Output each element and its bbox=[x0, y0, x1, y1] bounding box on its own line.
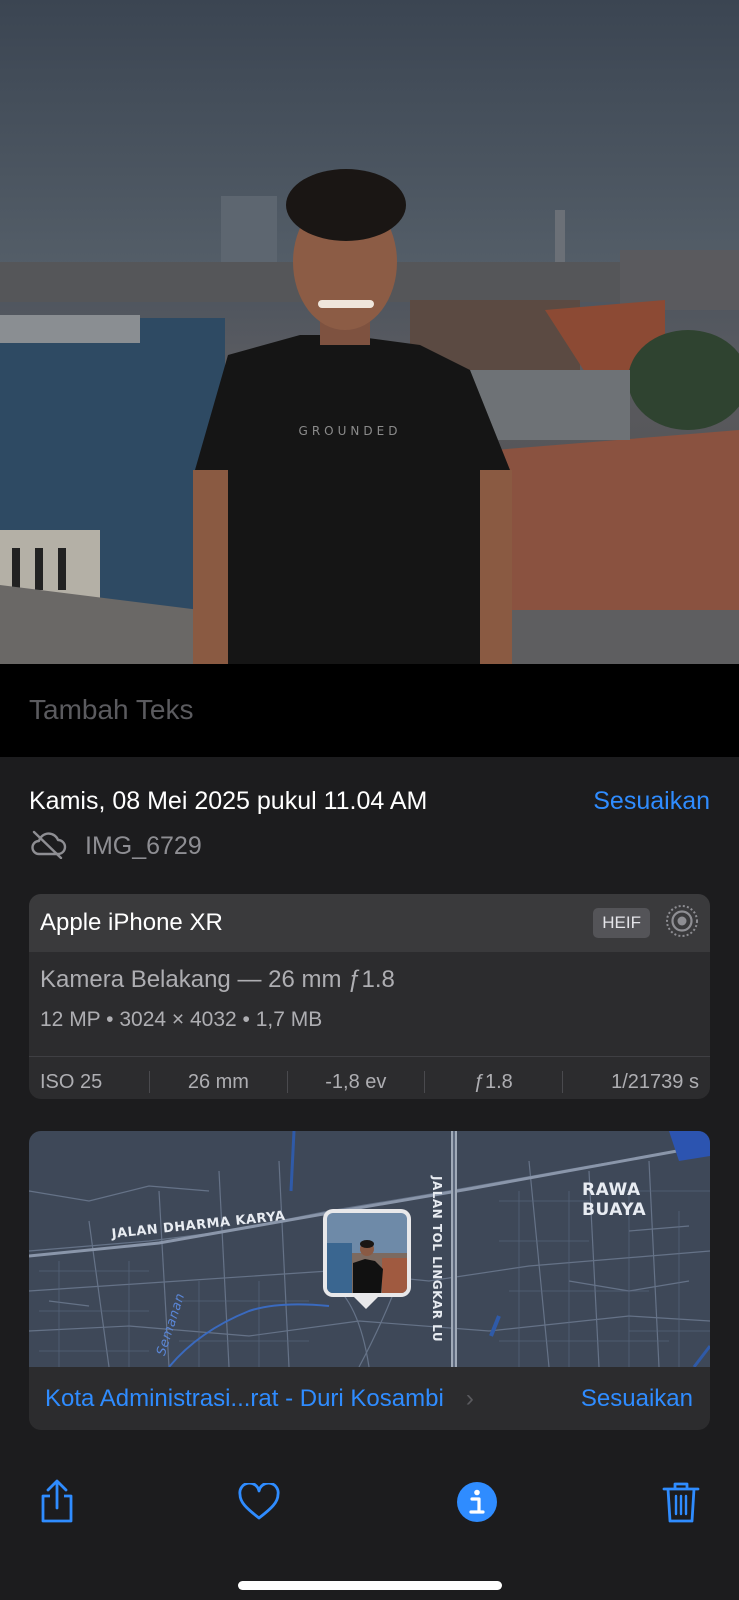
image-specs: 12 MP • 3024 × 4032 • 1,7 MB bbox=[40, 1008, 323, 1031]
adjust-location-button[interactable]: Sesuaikan bbox=[581, 1385, 710, 1413]
bottom-toolbar bbox=[0, 1453, 739, 1600]
lens-info: Kamera Belakang — 26 mm ƒ1.8 bbox=[40, 966, 395, 993]
info-button[interactable] bbox=[447, 1477, 507, 1527]
photo-image: GROUNDED bbox=[0, 0, 739, 664]
map-label-toll: JALAN TOL LINGKAR LU bbox=[430, 1176, 444, 1343]
file-row: IMG_6729 bbox=[29, 829, 202, 863]
camera-details: Kamera Belakang — 26 mm ƒ1.8 12 MP • 302… bbox=[29, 952, 710, 1056]
caption-area[interactable]: Tambah Teks bbox=[0, 664, 739, 757]
heart-icon bbox=[238, 1483, 280, 1520]
file-name: IMG_6729 bbox=[85, 831, 202, 860]
exif-iso: ISO 25 bbox=[40, 1071, 103, 1093]
location-row[interactable]: Kota Administrasi...rat - Duri Kosambi ›… bbox=[29, 1367, 710, 1430]
shirt-text: GROUNDED bbox=[299, 424, 402, 438]
chevron-right-icon: › bbox=[465, 1384, 474, 1412]
map-photo-pin[interactable] bbox=[323, 1209, 411, 1297]
exif-aperture: ƒ1.8 bbox=[424, 1071, 561, 1093]
photo-view[interactable]: GROUNDED bbox=[0, 0, 739, 664]
adjust-date-button[interactable]: Sesuaikan bbox=[593, 787, 710, 816]
delete-button[interactable] bbox=[651, 1477, 711, 1527]
exif-row: ISO 25 26 mm -1,8 ev ƒ1.8 1/21739 s bbox=[29, 1056, 710, 1099]
map-pin-pointer bbox=[352, 1295, 380, 1309]
location-card[interactable]: JALAN DHARMA KARYA JALAN TOL LINGKAR LU … bbox=[29, 1131, 710, 1430]
caption-placeholder[interactable]: Tambah Teks bbox=[29, 694, 193, 726]
exif-exposure-bias: -1,8 ev bbox=[286, 1071, 424, 1093]
photo-date: Kamis, 08 Mei 2025 pukul 11.04 AM bbox=[29, 787, 428, 815]
trash-icon bbox=[662, 1482, 700, 1523]
location-name[interactable]: Kota Administrasi...rat - Duri Kosambi bbox=[29, 1385, 444, 1413]
exif-shutter-speed: 1/21739 s bbox=[561, 1071, 710, 1093]
live-photo-icon bbox=[664, 903, 700, 944]
cloud-off-icon bbox=[29, 829, 85, 864]
device-name: Apple iPhone XR bbox=[40, 909, 223, 936]
format-badge: HEIF bbox=[593, 908, 650, 938]
share-button[interactable] bbox=[27, 1477, 87, 1527]
map-label-area: RAWA BUAYA bbox=[582, 1180, 647, 1220]
camera-header: Apple iPhone XR HEIF bbox=[29, 894, 710, 952]
exif-focal-length: 26 mm bbox=[149, 1071, 286, 1093]
home-indicator[interactable] bbox=[238, 1581, 502, 1590]
pin-thumbnail bbox=[327, 1213, 407, 1293]
camera-info-card: Apple iPhone XR HEIF Kamera Belakang — 2… bbox=[29, 894, 710, 1099]
share-icon bbox=[41, 1479, 73, 1523]
map-view[interactable]: JALAN DHARMA KARYA JALAN TOL LINGKAR LU … bbox=[29, 1131, 710, 1367]
info-panel: Kamis, 08 Mei 2025 pukul 11.04 AM Sesuai… bbox=[0, 757, 739, 1453]
info-icon bbox=[457, 1482, 497, 1522]
favorite-button[interactable] bbox=[229, 1477, 289, 1527]
